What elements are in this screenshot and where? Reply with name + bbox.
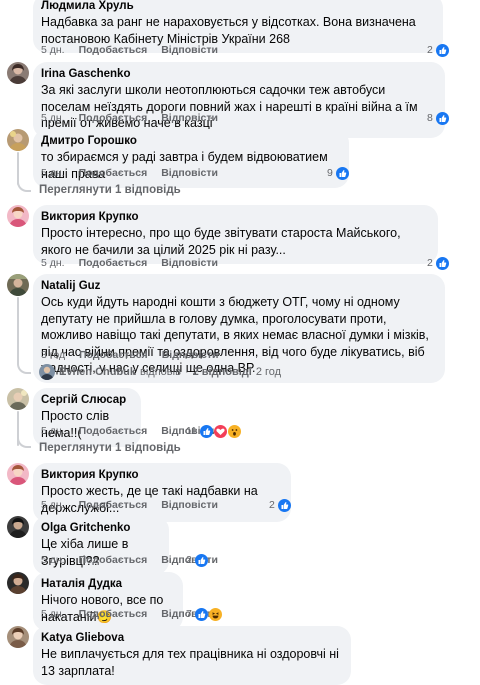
- reply-button[interactable]: Відповісти: [162, 348, 219, 362]
- like-reaction-icon: [435, 43, 449, 57]
- comment-text: Не виплачується для тех працівника ні оз…: [41, 647, 339, 678]
- love-reaction-icon: [213, 424, 227, 438]
- reaction-summary[interactable]: 2: [186, 553, 208, 567]
- haha-reaction-icon: [208, 607, 222, 621]
- reaction-summary[interactable]: 2: [427, 43, 449, 57]
- comment-bubble: Katya Gliebova Не виплачується для тех п…: [33, 626, 351, 685]
- reply-avatar: [39, 364, 55, 380]
- wow-reaction-icon: [227, 424, 241, 438]
- reply-count: 2 відповіді: [192, 366, 252, 378]
- like-button[interactable]: Подобається: [79, 498, 148, 512]
- comment-author[interactable]: Виктория Крупко: [41, 468, 281, 483]
- comment-author[interactable]: Наталія Дудка: [41, 577, 173, 592]
- comment-time[interactable]: 5 дн.: [41, 498, 65, 512]
- comment-time[interactable]: 5 дн.: [41, 424, 65, 438]
- like-button[interactable]: Подобається: [79, 607, 148, 621]
- comment-author[interactable]: Дмитро Горошко: [41, 134, 339, 149]
- like-button[interactable]: Подобається: [79, 256, 148, 270]
- thread-curve: [17, 362, 31, 374]
- comment-author[interactable]: Katya Gliebova: [41, 631, 341, 646]
- reaction-count: 7: [186, 608, 192, 620]
- avatar[interactable]: [7, 274, 29, 296]
- comment-actions: 3 год Подобається Відповісти: [41, 348, 218, 362]
- like-reaction-icon: [435, 256, 449, 270]
- like-button[interactable]: Подобається: [79, 166, 148, 180]
- comment-author[interactable]: Людмила Хруль: [41, 0, 433, 14]
- like-reaction-icon: [194, 553, 208, 567]
- comment-time[interactable]: 5 дн.: [41, 111, 65, 125]
- reply-separator: ·: [184, 366, 189, 378]
- reaction-summary[interactable]: 8: [427, 111, 449, 125]
- comment-author[interactable]: Natalij Guz: [41, 279, 435, 294]
- like-reaction-icon: [335, 166, 349, 180]
- reply-author: Evhen Chubuk: [59, 366, 137, 378]
- like-reaction-icon: [435, 111, 449, 125]
- avatar[interactable]: [7, 463, 29, 485]
- reaction-summary[interactable]: 7: [186, 607, 222, 621]
- like-button[interactable]: Подобається: [79, 553, 148, 567]
- reaction-count: 2: [186, 554, 192, 566]
- comment-bubble: Виктория Крупко Просто жесть, де це такі…: [33, 463, 291, 522]
- comment-time[interactable]: 3 год: [41, 348, 65, 362]
- comment-actions: 5 дн. Подобається Відповісти: [41, 111, 218, 125]
- reply-preview[interactable]: Evhen Chubuk відповів · 2 відповіді 2 го…: [39, 364, 281, 380]
- like-reaction-icon: [199, 424, 213, 438]
- like-button[interactable]: Подобається: [79, 348, 148, 362]
- avatar[interactable]: [7, 388, 29, 410]
- reply-button[interactable]: Відповісти: [161, 43, 218, 57]
- comment-bubble: Irina Gaschenko За які заслуги школи нео…: [33, 62, 445, 138]
- comment-bubble: Сергій Слюсар Просто слів нема!!(: [33, 388, 141, 447]
- comment-time[interactable]: 5 дн.: [41, 166, 65, 180]
- reply-button[interactable]: Відповісти: [161, 166, 218, 180]
- view-replies-label: Переглянути 1 відповідь: [39, 442, 181, 454]
- avatar[interactable]: [7, 129, 29, 151]
- comment-time[interactable]: 5 дн.: [41, 607, 65, 621]
- like-reaction-icon: [277, 498, 291, 512]
- comment-actions: 5 дн. Подобається Відповісти: [41, 43, 218, 57]
- reaction-count: 2: [427, 257, 433, 269]
- like-button[interactable]: Подобається: [79, 43, 148, 57]
- comment-actions: 5 дн. Подобається Відповісти: [41, 498, 218, 512]
- comment-author[interactable]: Irina Gaschenko: [41, 67, 435, 82]
- comment-bubble: Наталія Дудка Нічого нового, все по нака…: [33, 572, 183, 631]
- reaction-count: 2: [269, 499, 275, 511]
- reply-button[interactable]: Відповісти: [161, 498, 218, 512]
- reply-time: 2 год: [255, 366, 282, 378]
- comment-actions: 5 дн. Подобається Відповісти: [41, 166, 218, 180]
- reaction-summary[interactable]: 2: [427, 256, 449, 270]
- avatar[interactable]: [7, 62, 29, 84]
- reaction-count: 8: [427, 112, 433, 124]
- reaction-count: 11: [186, 425, 197, 437]
- thread-line: [17, 297, 19, 365]
- reply-button[interactable]: Відповісти: [161, 256, 218, 270]
- avatar[interactable]: [7, 516, 29, 538]
- comment-time[interactable]: 5 дн.: [41, 553, 65, 567]
- like-button[interactable]: Подобається: [79, 111, 148, 125]
- view-replies-label: Переглянути 1 відповідь: [39, 184, 181, 196]
- thread-curve: [17, 436, 31, 448]
- reaction-summary[interactable]: 2: [269, 498, 291, 512]
- avatar[interactable]: [7, 205, 29, 227]
- reaction-summary[interactable]: 9: [327, 166, 349, 180]
- view-replies-link[interactable]: Переглянути 1 відповідь: [39, 184, 181, 196]
- reaction-summary[interactable]: 11: [186, 424, 241, 438]
- reaction-count: 2: [427, 44, 433, 56]
- avatar[interactable]: [7, 572, 29, 594]
- reply-button[interactable]: Відповісти: [161, 111, 218, 125]
- comment-time[interactable]: 5 дн.: [41, 43, 65, 57]
- comment-author[interactable]: Сергій Слюсар: [41, 393, 131, 408]
- comment-actions: 5 дн. Подобається Відповісти: [41, 256, 218, 270]
- reaction-count: 9: [327, 167, 333, 179]
- like-button[interactable]: Подобається: [79, 424, 148, 438]
- comment-author[interactable]: Виктория Крупко: [41, 210, 428, 225]
- comment-text: Просто інтересно, про що буде звітувати …: [41, 226, 401, 257]
- view-replies-link[interactable]: Переглянути 1 відповідь: [39, 442, 181, 454]
- avatar[interactable]: [7, 626, 29, 648]
- reply-action: відповів: [140, 366, 181, 378]
- like-reaction-icon: [194, 607, 208, 621]
- comment-time[interactable]: 5 дн.: [41, 256, 65, 270]
- comment-author[interactable]: Olga Gritchenko: [41, 521, 159, 536]
- thread-curve: [17, 180, 31, 192]
